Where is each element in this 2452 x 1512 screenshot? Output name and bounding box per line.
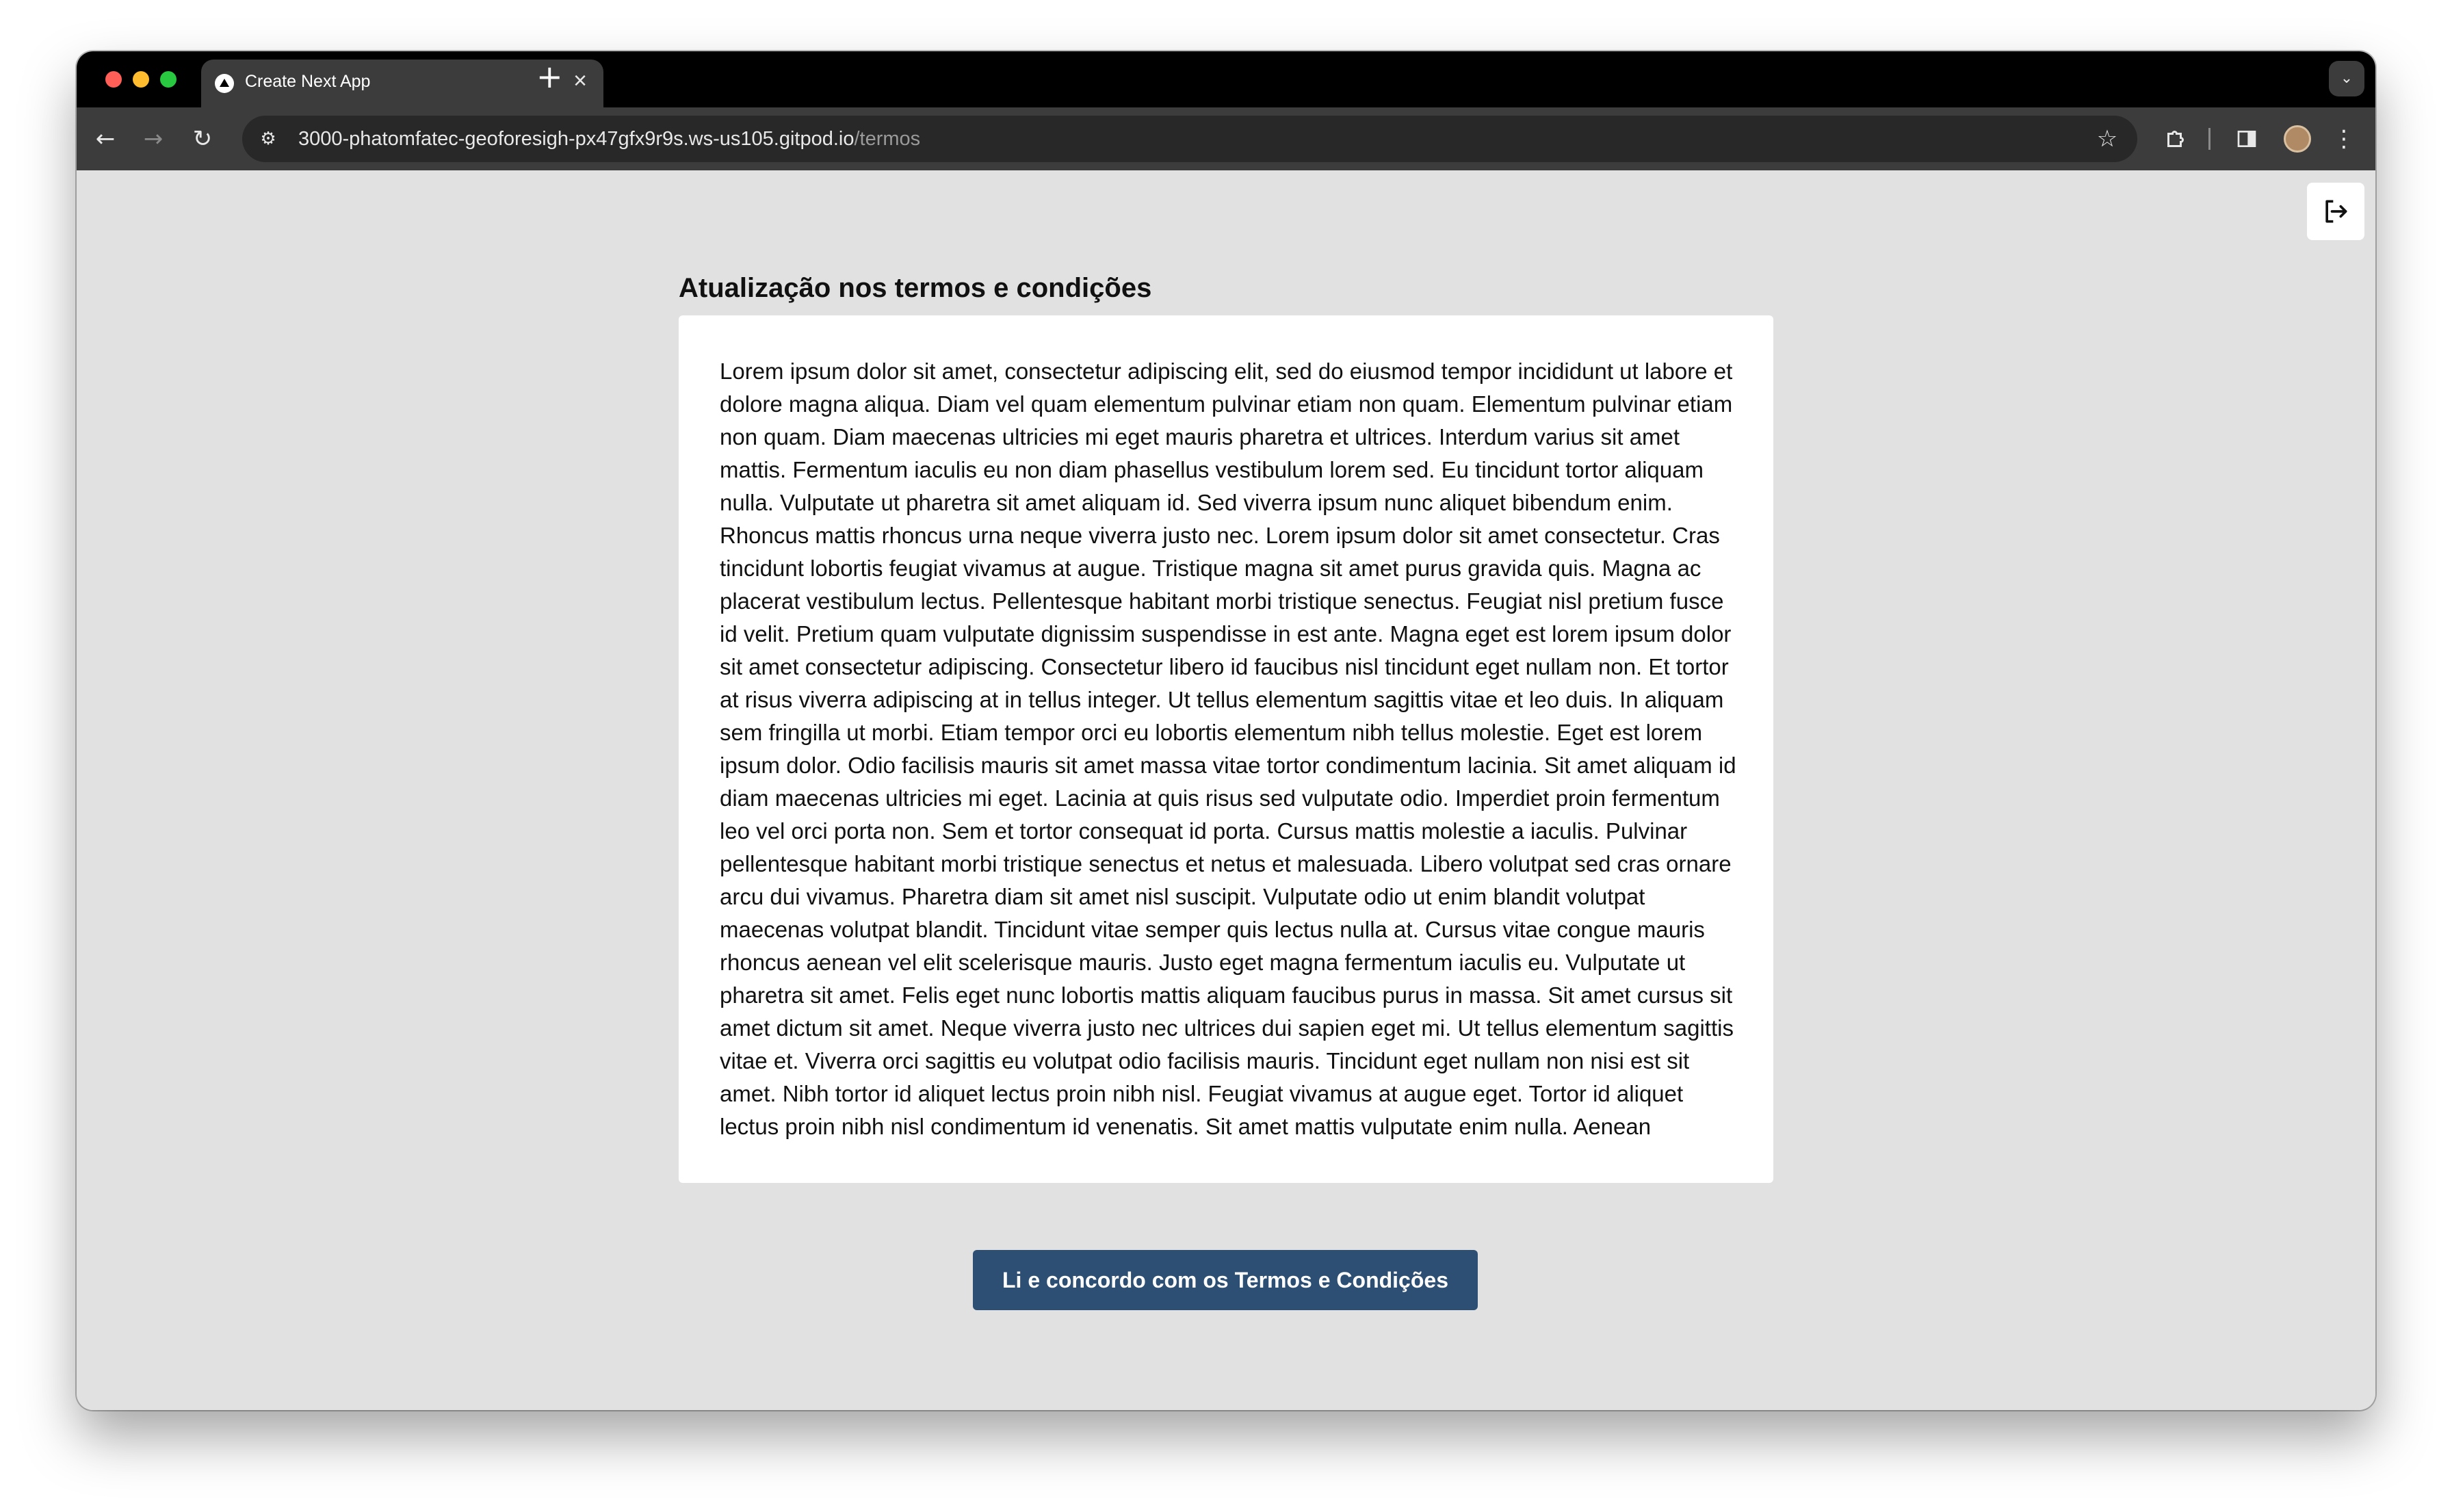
puzzle-icon <box>2167 131 2184 147</box>
kebab-menu-icon: ⋮ <box>2332 125 2356 153</box>
bookmark-button[interactable]: ☆ <box>2091 122 2124 155</box>
minimize-window-button[interactable] <box>133 71 149 88</box>
tab-search-button[interactable]: ⌄ <box>2329 61 2364 96</box>
terms-text: Lorem ipsum dolor sit amet, consectetur … <box>720 359 1736 1139</box>
new-tab-button[interactable]: + <box>536 61 563 92</box>
browser-toolbar: ← → ↻ ⚙ 3000-phatomfatec-geoforesigh-px4… <box>77 107 2375 170</box>
url-text[interactable]: 3000-phatomfatec-geoforesigh-px47gfx9r9s… <box>298 128 920 151</box>
side-panel-icon <box>2237 131 2256 147</box>
browser-menu-button[interactable]: ⋮ <box>2327 122 2360 155</box>
star-icon: ☆ <box>2096 125 2118 153</box>
toolbar-divider <box>2208 128 2210 150</box>
tab-title: Create Next App <box>245 72 371 91</box>
chevron-down-icon: ⌄ <box>2340 70 2353 87</box>
close-window-button[interactable] <box>105 71 122 88</box>
side-panel-button[interactable] <box>2230 122 2263 155</box>
arrow-right-icon: → <box>143 125 164 153</box>
maximize-window-button[interactable] <box>160 71 177 88</box>
url-host: 3000-phatomfatec-geoforesigh-px47gfx9r9s… <box>298 128 855 150</box>
logout-button[interactable] <box>2307 183 2364 240</box>
nextjs-favicon-icon <box>215 74 234 93</box>
tab-strip: Create Next App × + ⌄ <box>77 51 2375 107</box>
terms-container[interactable]: Lorem ipsum dolor sit amet, consectetur … <box>679 315 1773 1183</box>
address-bar[interactable]: ⚙ 3000-phatomfatec-geoforesigh-px47gfx9r… <box>242 116 2137 162</box>
back-button[interactable]: ← <box>89 122 122 155</box>
url-path: /termos <box>854 128 921 150</box>
reload-button[interactable]: ↻ <box>186 122 219 155</box>
logout-icon <box>2325 200 2347 223</box>
page-title: Atualização nos termos e condições <box>679 273 1152 303</box>
extensions-button[interactable] <box>2159 122 2192 155</box>
page-content: Atualização nos termos e condições Lorem… <box>77 170 2375 1410</box>
profile-avatar[interactable] <box>2284 125 2311 153</box>
reload-icon: ↻ <box>192 125 213 153</box>
site-info-button[interactable]: ⚙ <box>252 122 285 155</box>
tune-icon: ⚙ <box>260 129 276 149</box>
forward-button[interactable]: → <box>137 122 170 155</box>
accept-terms-button[interactable]: Li e concordo com os Termos e Condições <box>973 1250 1478 1310</box>
tab-close-icon[interactable]: × <box>573 69 587 92</box>
browser-window: Create Next App × + ⌄ ← → ↻ ⚙ 3000-phato… <box>77 51 2375 1410</box>
arrow-left-icon: ← <box>95 125 116 153</box>
